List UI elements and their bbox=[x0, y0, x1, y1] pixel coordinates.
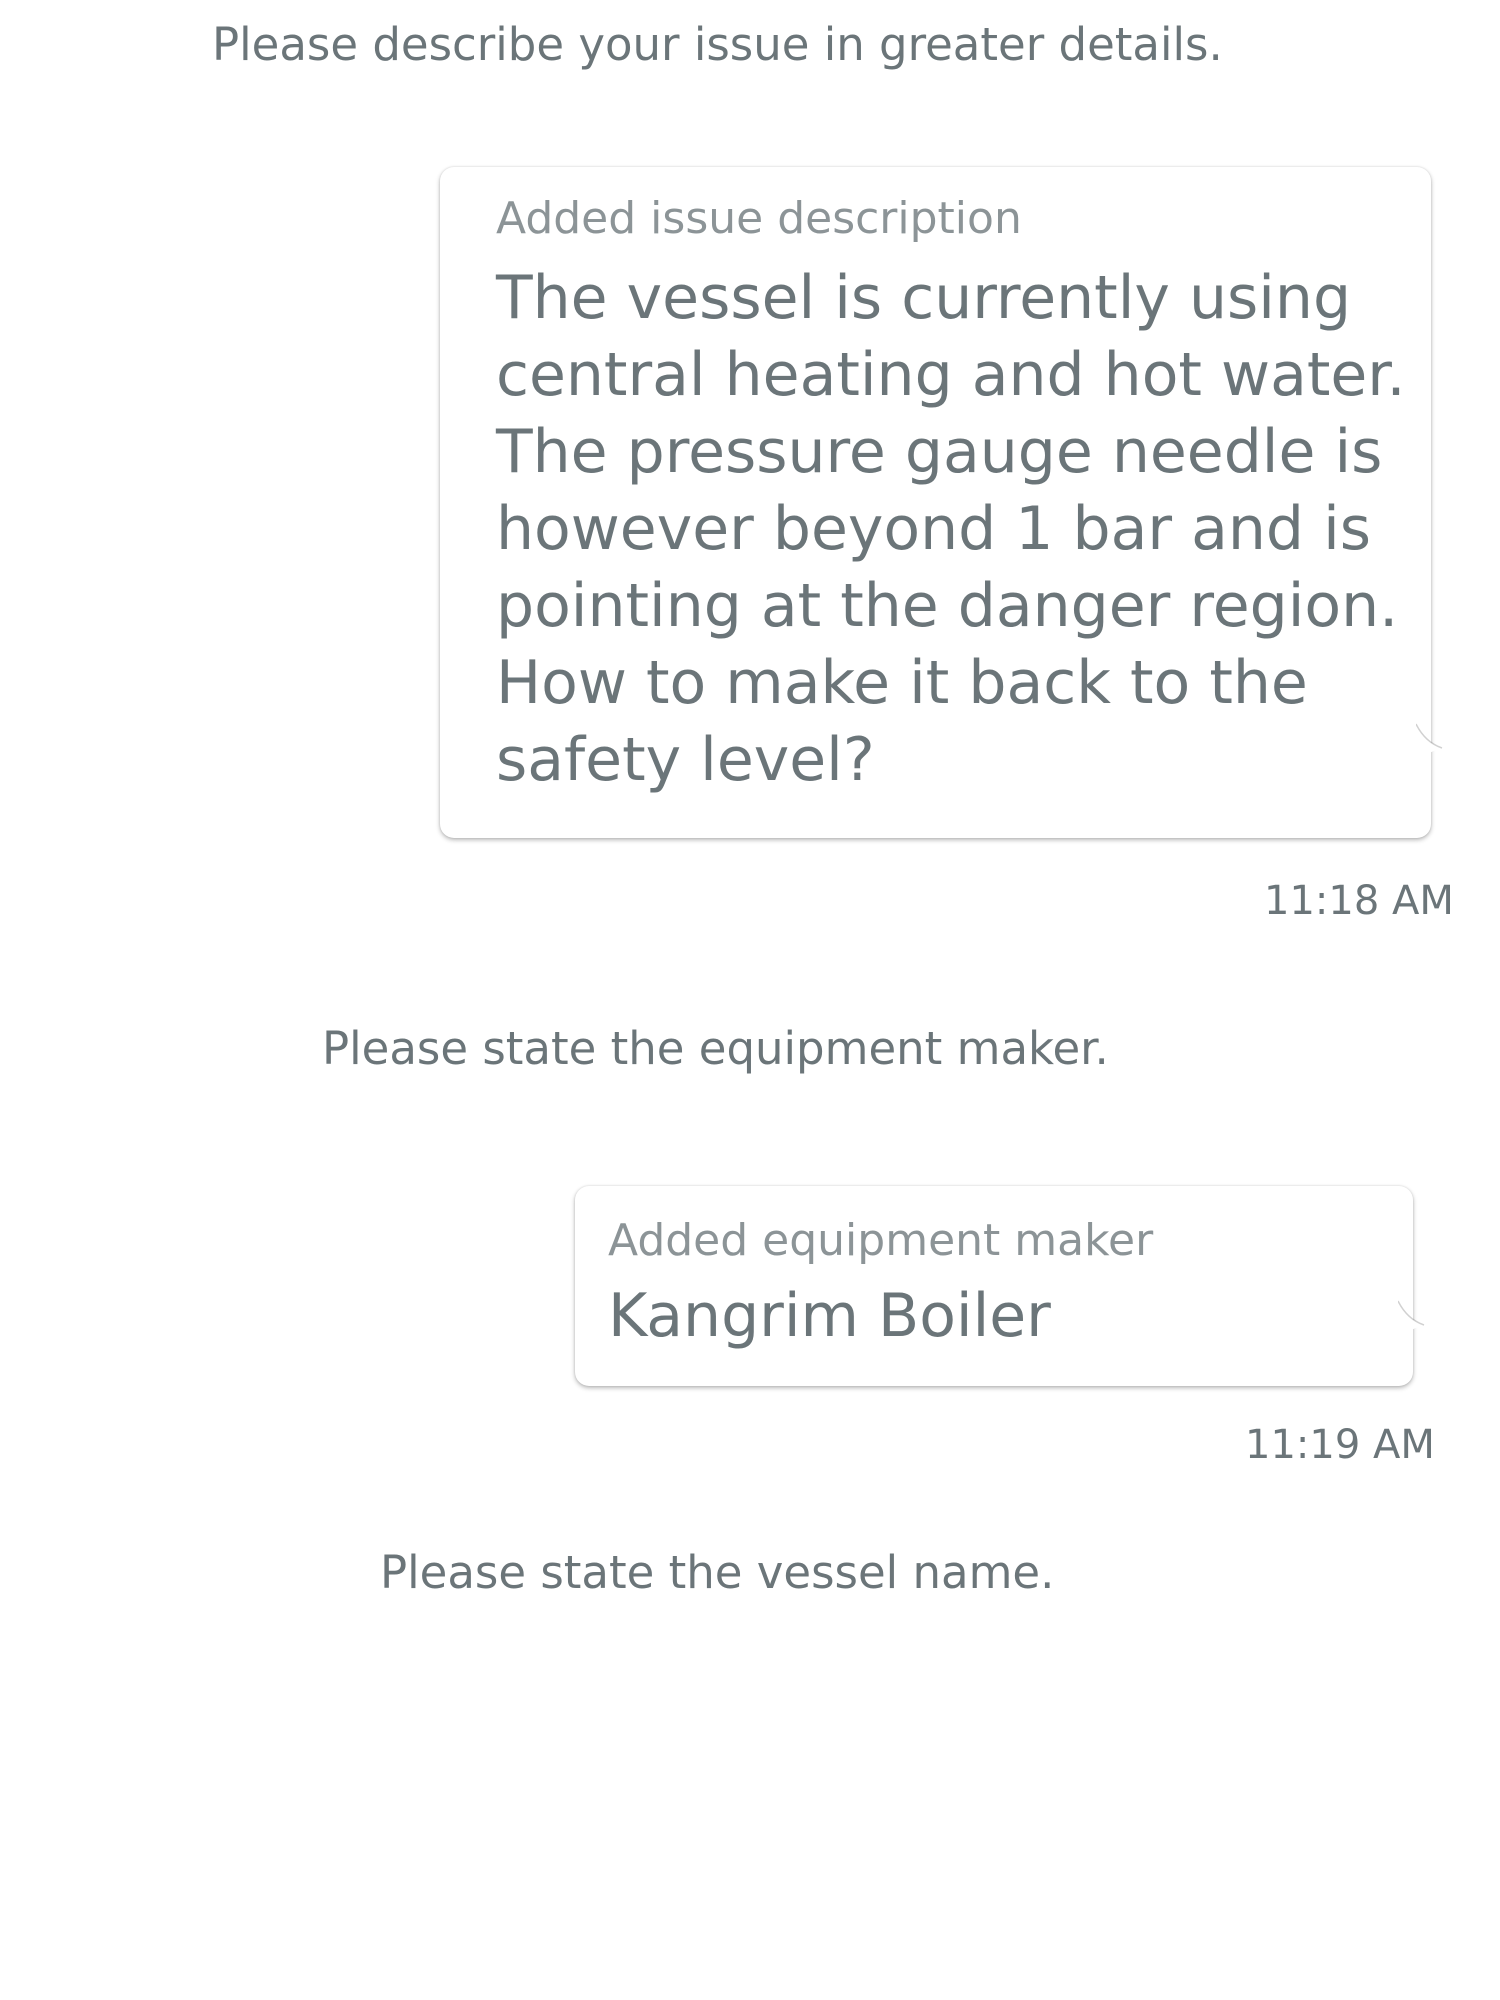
issue-description-text: The vessel is currently using central he… bbox=[496, 263, 1406, 795]
message-timestamp: 11:19 AM bbox=[1245, 1422, 1435, 1468]
equipment-maker-text: Kangrim Boiler bbox=[608, 1281, 1051, 1351]
user-reply-maker-bubble: Added equipment maker Kangrim Boiler bbox=[575, 1186, 1425, 1386]
bubble-label: Added issue description bbox=[496, 193, 1022, 244]
bubble-tail-icon bbox=[1416, 723, 1443, 760]
bot-message-vessel-prompt: Please state the vessel name. bbox=[380, 1546, 1055, 1599]
user-reply-issue-bubble: Added issue description The vessel is cu… bbox=[440, 167, 1443, 838]
message-timestamp: 11:18 AM bbox=[1264, 878, 1454, 924]
bot-message-maker-prompt: Please state the equipment maker. bbox=[322, 1022, 1109, 1075]
bot-message-issue-prompt: Please describe your issue in greater de… bbox=[212, 18, 1223, 71]
bubble-label: Added equipment maker bbox=[608, 1215, 1154, 1266]
bubble-tail-icon bbox=[1398, 1300, 1425, 1337]
